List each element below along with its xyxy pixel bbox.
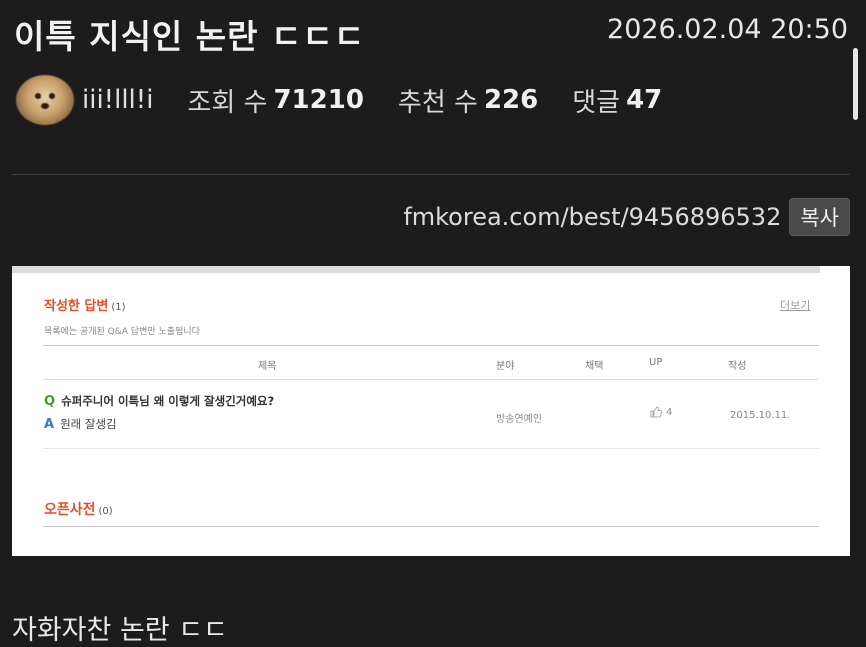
open-dictionary-title: 오픈사전 (0) [44,499,113,519]
more-link[interactable]: 더보기 [780,297,810,313]
scrollbar[interactable] [853,48,858,120]
thumbs-up-icon [650,406,662,418]
comments-label: 댓글 [572,87,621,118]
answer-mark: A [44,417,55,432]
answer-text: 원래 잘생김 [60,417,117,431]
avatar[interactable] [16,75,74,125]
col-up: UP [649,357,663,368]
category-cell: 방송연예인 [496,414,542,425]
copy-button[interactable]: 복사 [789,198,850,236]
author-name[interactable]: iii!lll!i [82,85,153,115]
question-text[interactable]: 슈퍼주니어 이특님 왜 이렇게 잘생긴거예요? [61,394,274,408]
post-caption: 자화자찬 논란 ㄷㄷ [12,615,228,646]
post-url[interactable]: fmkorea.com/best/9456896532 [403,203,781,231]
up-cell: 4 [650,406,672,418]
question-mark: Q [44,394,56,409]
dict-count: (0) [98,506,113,517]
answer-row: A 원래 잘생김 [44,416,117,432]
answers-section-title: 작성한 답변 (1) [44,295,126,314]
embedded-screenshot: 작성한 답변 (1) 더보기 목록에는 공개된 Q&A 답변만 노출됩니다 제목 … [12,266,850,556]
views-label: 조회 수 [187,87,268,118]
divider [12,174,850,175]
embed-topbar [12,266,820,273]
dict-line [43,526,819,527]
col-written: 작성 [728,361,747,372]
url-row: fmkorea.com/best/9456896532 복사 [403,198,850,236]
recommend-label: 추천 수 [397,87,478,118]
answers-title-text: 작성한 답변 [44,299,109,314]
table-bottom-line [43,448,819,449]
qa-note: 목록에는 공개된 Q&A 답변만 노출됩니다 [44,327,200,337]
table-header-line [43,379,819,380]
post-title: 이특 지식인 논란 ㄷㄷㄷ [14,17,366,56]
dict-title-text: 오픈사전 [44,502,96,518]
col-title: 제목 [258,361,277,372]
post-date: 2026.02.04 20:50 [607,14,848,45]
post-meta: iii!lll!i 조회 수 71210 추천 수 226 댓글 47 [16,74,696,126]
comments-count: 47 [626,85,663,115]
col-category: 분야 [496,361,515,372]
table-top-line [43,345,819,346]
views-count: 71210 [273,85,364,115]
up-count: 4 [666,406,673,418]
recommend-count: 226 [483,85,539,115]
question-row[interactable]: Q 슈퍼주니어 이특님 왜 이렇게 잘생긴거예요? [44,393,274,409]
col-adopted: 채택 [585,361,604,372]
answers-count: (1) [111,302,126,313]
written-date: 2015.10.11. [730,410,791,421]
